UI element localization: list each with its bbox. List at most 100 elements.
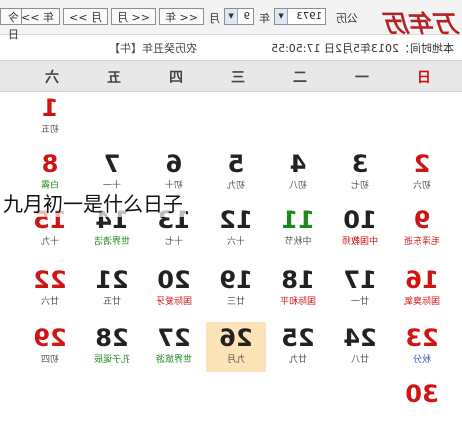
day-number: 24 — [343, 324, 377, 352]
day-lunar: 廿九 — [289, 355, 308, 365]
day-cell[interactable]: 30 — [392, 378, 452, 428]
day-number: 17 — [343, 266, 377, 294]
day-number: 30 — [405, 380, 439, 408]
weekday-thu: 四 — [169, 70, 183, 86]
day-number: 18 — [281, 266, 315, 294]
month-select[interactable]: 9 ▼ — [224, 8, 254, 25]
day-lunar: 国际和平 — [280, 297, 317, 307]
day-number: 21 — [95, 266, 129, 294]
year-label: 公历 — [336, 12, 358, 25]
day-lunar: 廿八 — [351, 355, 370, 365]
day-lunar: 廿一 — [351, 297, 370, 307]
day-cell[interactable]: 4 初八 — [268, 148, 328, 198]
day-number: 11 — [281, 206, 315, 234]
day-lunar: 十七 — [165, 237, 184, 247]
app-logo: 万年历 — [385, 9, 460, 38]
day-lunar: 国际爱牙 — [156, 297, 193, 307]
day-cell[interactable]: 2 初六 — [392, 148, 452, 198]
day-lunar: 十九 — [41, 237, 60, 247]
weekday-sat: 六 — [45, 70, 59, 86]
day-cell[interactable]: 12 十六 — [206, 204, 266, 254]
today-button[interactable]: 今日 — [0, 8, 22, 41]
day-lunar: 初七 — [351, 181, 370, 191]
day-number: 4 — [289, 150, 307, 178]
day-number: 25 — [281, 324, 315, 352]
day-cell[interactable]: 22 廿六 — [20, 264, 80, 314]
day-number: 7 — [103, 150, 121, 178]
day-lunar: 初九 — [227, 181, 246, 191]
day-cell[interactable]: 11 中秋节 — [268, 204, 328, 254]
day-number: 23 — [405, 324, 439, 352]
year-unit: 年 — [259, 12, 270, 25]
day-number: 29 — [33, 324, 67, 352]
day-lunar: 廿三 — [227, 297, 246, 307]
day-number: 20 — [157, 266, 191, 294]
day-lunar: 初八 — [289, 181, 308, 191]
day-number: 2 — [413, 150, 431, 178]
day-cell[interactable]: 20 国际爱牙 — [144, 264, 204, 314]
day-lunar: 初六 — [413, 181, 432, 191]
day-lunar: 国际臭氧 — [404, 297, 441, 307]
month-value: 9 — [243, 11, 250, 22]
day-cell[interactable]: 18 国际和平 — [268, 264, 328, 314]
day-lunar: 世界清洁 — [94, 237, 131, 247]
day-cell[interactable]: 23 秋分 — [392, 322, 452, 372]
weekday-sun: 日 — [417, 70, 431, 86]
day-number: 1 — [41, 94, 59, 122]
day-number: 28 — [95, 324, 129, 352]
day-cell[interactable]: 17 廿一 — [330, 264, 390, 314]
local-time-text: 本地时间：2013年5月2日 17:50:55 — [271, 42, 454, 55]
day-cell[interactable]: 1 初五 — [20, 92, 80, 142]
day-lunar: 廿五 — [103, 297, 122, 307]
day-cell[interactable]: 21 廿五 — [82, 264, 142, 314]
day-cell[interactable]: 10 中国教师 — [330, 204, 390, 254]
day-cell[interactable]: 9 毛泽东逝 — [392, 204, 452, 254]
day-number: 19 — [219, 266, 253, 294]
day-lunar: 毛泽东逝 — [404, 237, 441, 247]
day-lunar: 世界旅游 — [156, 355, 193, 365]
day-number: 6 — [165, 150, 183, 178]
day-number: 16 — [405, 266, 439, 294]
day-lunar: 初五 — [41, 125, 60, 135]
day-cell[interactable]: 16 国际臭氧 — [392, 264, 452, 314]
weekday-header: 日 一 二 三 四 五 六 — [0, 60, 462, 92]
day-lunar: 十六 — [227, 237, 246, 247]
weekday-wed: 三 — [231, 70, 245, 86]
day-cell-today[interactable]: 26 九月 — [206, 322, 266, 372]
day-cell[interactable]: 29 初四 — [20, 322, 80, 372]
prev-month-button[interactable]: << 月 — [111, 8, 156, 25]
day-lunar: 九月 — [227, 355, 246, 365]
day-number: 3 — [351, 150, 369, 178]
weekday-tue: 二 — [293, 70, 307, 86]
chevron-down-icon: ▼ — [225, 9, 238, 24]
day-number: 22 — [33, 266, 67, 294]
year-value: 1973 — [296, 11, 322, 22]
day-cell[interactable]: 5 初九 — [206, 148, 266, 198]
day-number: 10 — [343, 206, 377, 234]
prev-year-button[interactable]: << 年 — [159, 8, 204, 25]
day-number: 12 — [219, 206, 253, 234]
question-caption: 九月初一是什么日子 — [0, 188, 186, 217]
weekday-mon: 一 — [355, 70, 369, 86]
day-cell[interactable]: 28 孔子诞辰 — [82, 322, 142, 372]
day-cell[interactable]: 25 廿九 — [268, 322, 328, 372]
day-lunar: 中秋节 — [284, 237, 312, 247]
day-number: 26 — [219, 324, 253, 352]
month-unit: 月 — [209, 12, 220, 25]
day-cell[interactable]: 3 初七 — [330, 148, 390, 198]
year-select[interactable]: 1973 ▼ — [274, 8, 326, 25]
day-lunar: 中国教师 — [342, 237, 379, 247]
chevron-down-icon: ▼ — [275, 9, 288, 24]
day-lunar: 廿六 — [41, 297, 60, 307]
day-cell[interactable]: 27 世界旅游 — [144, 322, 204, 372]
day-cell[interactable]: 24 廿八 — [330, 322, 390, 372]
day-number: 27 — [157, 324, 191, 352]
toolbar: 万年历 公历 1973 ▼ 年 9 ▼ 月 << 年 << 月 月 >> 年 >… — [0, 0, 462, 41]
lunar-year-text: 农历癸丑年【牛】 — [109, 42, 197, 55]
day-number: 9 — [413, 206, 431, 234]
day-cell[interactable]: 19 廿三 — [206, 264, 266, 314]
next-month-button[interactable]: 月 >> — [63, 8, 108, 25]
day-lunar: 初四 — [41, 355, 60, 365]
day-lunar: 秋分 — [413, 355, 432, 365]
day-number: 5 — [227, 150, 245, 178]
